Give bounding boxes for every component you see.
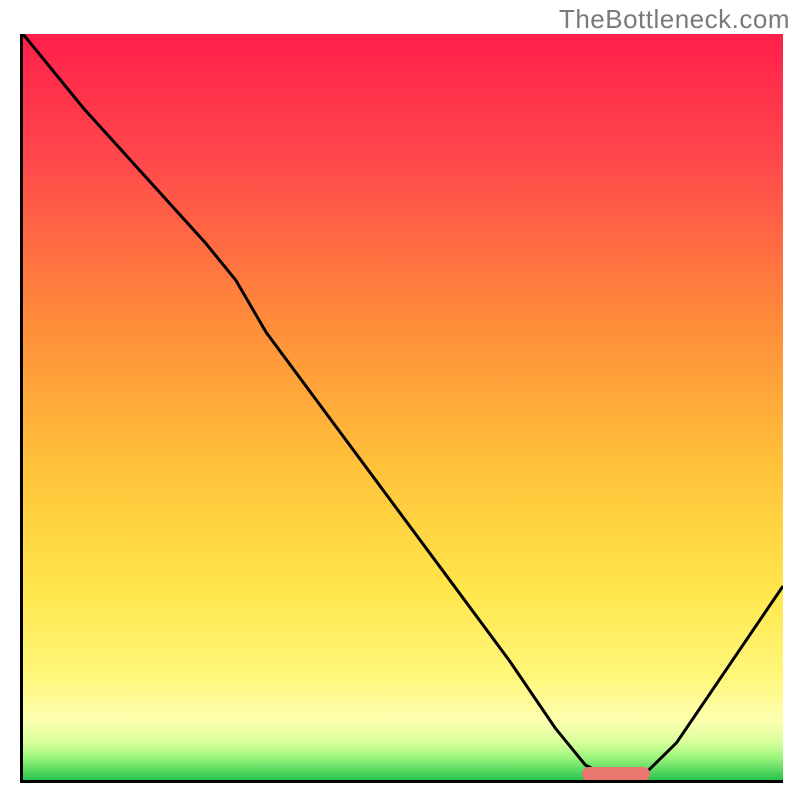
curve-layer [23,34,783,780]
bottleneck-chart: TheBottleneck.com [0,0,800,800]
plot-area [20,34,783,783]
optimal-marker [582,767,650,782]
watermark-text: TheBottleneck.com [559,4,790,35]
bottleneck-curve-path [23,34,783,776]
